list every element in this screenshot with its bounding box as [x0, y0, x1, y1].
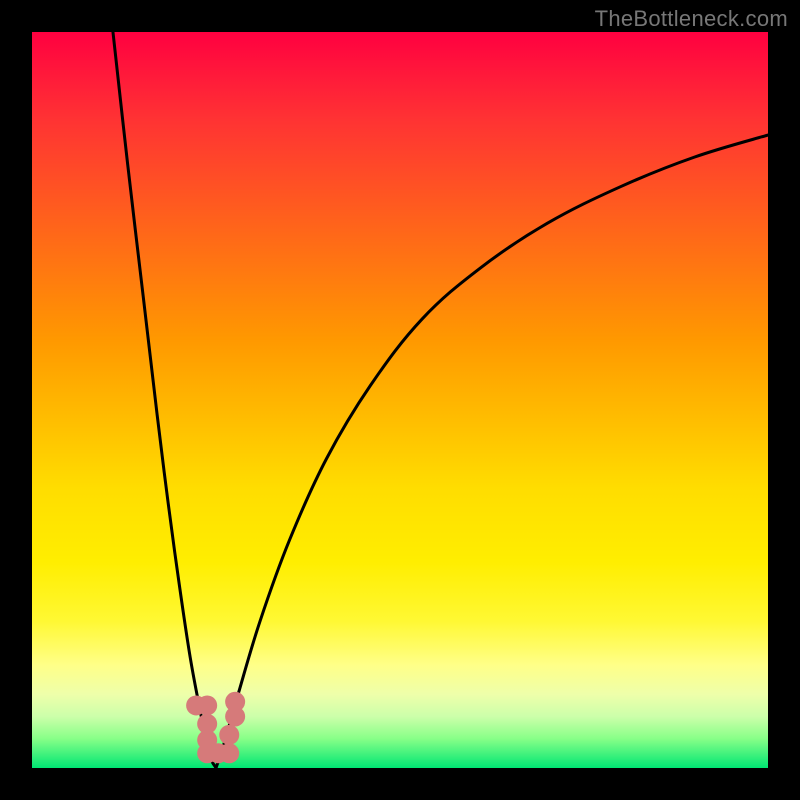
watermark-text: TheBottleneck.com	[595, 6, 788, 32]
marker-dot	[225, 692, 245, 712]
marker-dot	[219, 725, 239, 745]
marker-dot	[219, 743, 239, 763]
left-curve	[113, 32, 216, 768]
marker-dot	[197, 695, 217, 715]
plot-area	[32, 32, 768, 768]
curve-layer	[113, 32, 768, 768]
chart-frame: TheBottleneck.com	[0, 0, 800, 800]
marker-layer	[186, 692, 245, 764]
chart-svg	[32, 32, 768, 768]
right-curve	[216, 135, 768, 768]
